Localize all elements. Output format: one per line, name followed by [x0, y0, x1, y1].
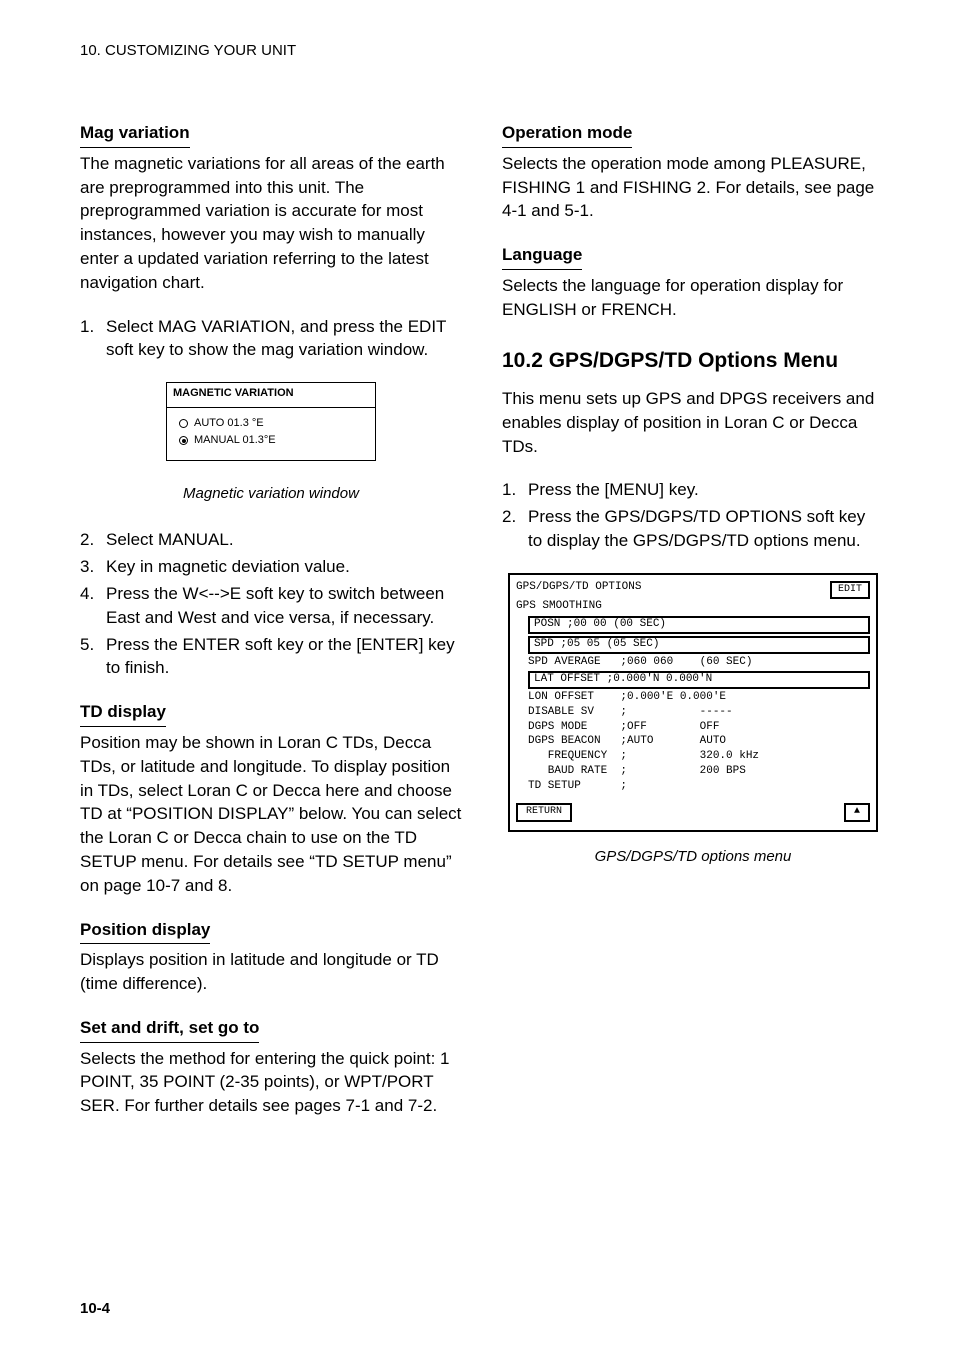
language-heading: Language: [502, 243, 582, 270]
language-text: Selects the language for operation displ…: [502, 274, 884, 322]
two-column-layout: Mag variation The magnetic variations fo…: [80, 121, 884, 1138]
radio-checked-icon: [179, 436, 188, 445]
menu-line: SPD AVERAGE ;060 060 (60 SEC): [528, 656, 870, 670]
radio-auto-row[interactable]: AUTO 01.3 °E: [179, 416, 367, 431]
list-text: Press the GPS/DGPS/TD OPTIONS soft key t…: [528, 505, 884, 553]
list-text: Press the [MENU] key.: [528, 478, 884, 502]
right-column: Operation mode Selects the operation mod…: [502, 121, 884, 1138]
list-text: Key in magnetic deviation value.: [106, 555, 462, 579]
radio-manual-label: MANUAL 01.3°E: [194, 433, 276, 448]
list-number: 2.: [502, 505, 528, 553]
up-arrow-button[interactable]: ▲: [844, 803, 870, 822]
page-header: 10. CUSTOMIZING YOUR UNIT: [80, 40, 884, 61]
mag-window-title: MAGNETIC VARIATION: [167, 383, 375, 407]
list-number: 3.: [80, 555, 106, 579]
operation-mode-heading: Operation mode: [502, 121, 632, 148]
mag-window-body: AUTO 01.3 °E MANUAL 01.3°E: [167, 408, 375, 461]
gps-steps-list: 1. Press the [MENU] key. 2. Press the GP…: [502, 478, 884, 552]
menu-line: GPS SMOOTHING: [516, 600, 870, 614]
gps-options-main-heading: 10.2 GPS/DGPS/TD Options Menu: [502, 346, 884, 375]
mag-steps-list-2: 2. Select MANUAL. 3. Key in magnetic dev…: [80, 528, 462, 680]
list-number: 5.: [80, 633, 106, 681]
edit-button[interactable]: EDIT: [830, 581, 870, 600]
position-display-text: Displays position in latitude and longit…: [80, 948, 462, 996]
menu-line: DISABLE SV ; -----: [528, 706, 870, 720]
left-column: Mag variation The magnetic variations fo…: [80, 121, 462, 1138]
radio-manual-row[interactable]: MANUAL 01.3°E: [179, 433, 367, 448]
gps-options-menu: GPS/DGPS/TD OPTIONS EDIT GPS SMOOTHING P…: [508, 573, 878, 832]
list-text: Select MANUAL.: [106, 528, 462, 552]
menu-line: TD SETUP ;: [528, 780, 870, 794]
return-button[interactable]: RETURN: [516, 803, 572, 822]
mag-variation-heading: Mag variation: [80, 121, 190, 148]
menu-highlight-posn[interactable]: POSN ;00 00 (00 SEC): [528, 616, 870, 634]
menu-line: BAUD RATE ; 200 BPS: [528, 765, 870, 779]
list-text: Press the ENTER soft key or the [ENTER] …: [106, 633, 462, 681]
gps-menu-caption: GPS/DGPS/TD options menu: [502, 846, 884, 867]
mag-variation-window: MAGNETIC VARIATION AUTO 01.3 °E MANUAL 0…: [166, 382, 376, 461]
mag-steps-list-1: 1. Select MAG VARIATION, and press the E…: [80, 315, 462, 363]
list-number: 1.: [80, 315, 106, 363]
menu-line: FREQUENCY ; 320.0 kHz: [528, 750, 870, 764]
menu-line: DGPS MODE ;OFF OFF: [528, 721, 870, 735]
position-display-heading: Position display: [80, 918, 210, 945]
menu-highlight-spd[interactable]: SPD ;05 05 (05 SEC): [528, 636, 870, 654]
mag-variation-text: The magnetic variations for all areas of…: [80, 152, 462, 295]
set-go-to-text: Selects the method for entering the quic…: [80, 1047, 462, 1118]
operation-mode-text: Selects the operation mode among PLEASUR…: [502, 152, 884, 223]
set-go-to-heading: Set and drift, set go to: [80, 1016, 259, 1043]
page-number: 10-4: [80, 1298, 110, 1319]
radio-unchecked-icon: [179, 419, 188, 428]
menu-line: LON OFFSET ;0.000'E 0.000'E: [528, 691, 870, 705]
mag-window-caption: Magnetic variation window: [80, 483, 462, 504]
list-number: 1.: [502, 478, 528, 502]
list-text: Press the W<-->E soft key to switch betw…: [106, 582, 462, 630]
list-text: Select MAG VARIATION, and press the EDIT…: [106, 315, 462, 363]
td-display-heading: TD display: [80, 700, 166, 727]
td-display-text: Position may be shown in Loran C TDs, De…: [80, 731, 462, 898]
menu-line: DGPS BEACON ;AUTO AUTO: [528, 735, 870, 749]
list-number: 4.: [80, 582, 106, 630]
list-number: 2.: [80, 528, 106, 552]
menu-highlight-lat[interactable]: LAT OFFSET ;0.000'N 0.000'N: [528, 671, 870, 689]
gps-menu-title: GPS/DGPS/TD OPTIONS: [516, 581, 641, 595]
radio-auto-label: AUTO 01.3 °E: [194, 416, 264, 431]
gps-intro-text: This menu sets up GPS and DPGS receivers…: [502, 387, 884, 458]
